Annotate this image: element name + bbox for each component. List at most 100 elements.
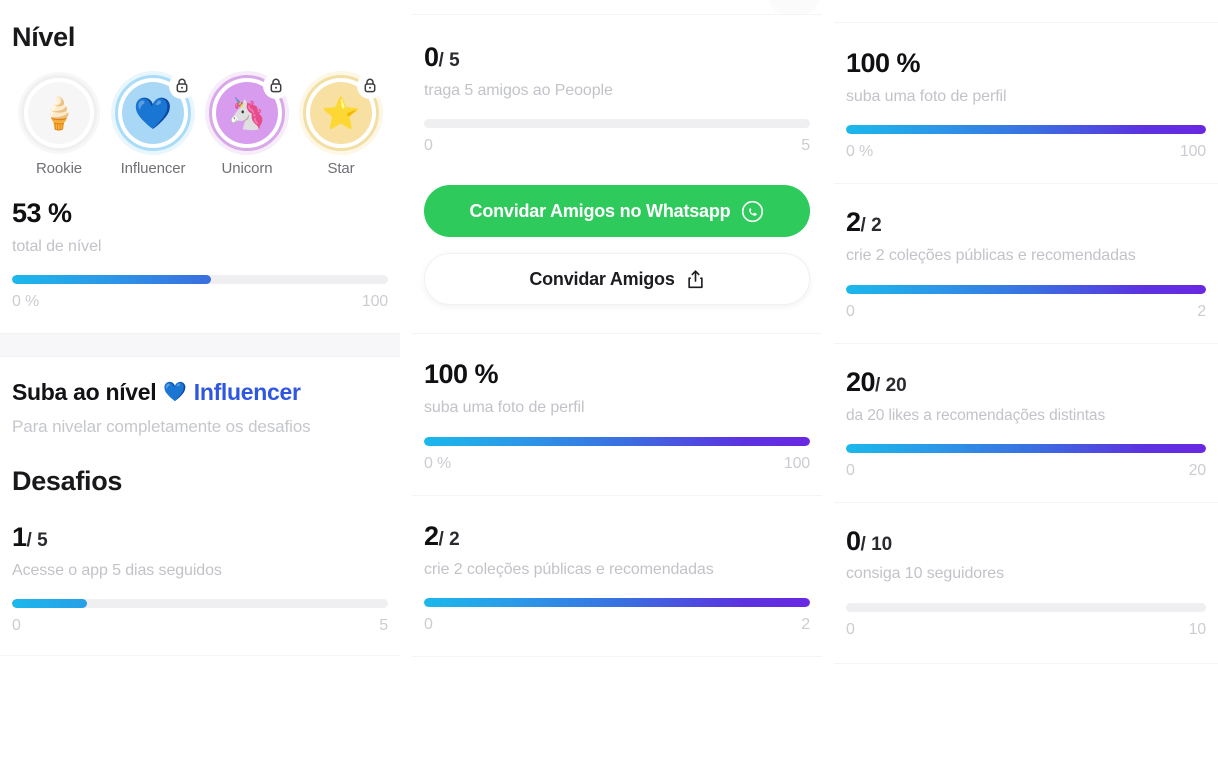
challenge-card: 100 % suba uma foto de perfil 0 % 100: [834, 48, 1218, 161]
metric-subtitle: Acesse o app 5 dias seguidos: [12, 561, 222, 579]
blue-heart-icon: 💙: [163, 382, 187, 404]
challenge-card: 100 % suba uma foto de perfil 0 % 100: [412, 360, 822, 472]
challenge-card: 20/ 20 da 20 likes a recomendações disti…: [834, 367, 1218, 480]
progress-bar: [424, 598, 810, 608]
metric-subtitle: crie 2 coleções públicas e recomendadas: [424, 560, 714, 578]
scale-min: 0: [846, 302, 855, 320]
progress-bar: [424, 436, 810, 446]
top-corner-stub: [770, 0, 818, 14]
challenge-card: 0/ 5 traga 5 amigos ao Peoople 0 5: [412, 42, 822, 155]
metric-subtitle: total de nível: [12, 237, 102, 255]
level-badge-list: 🍦 Rookie 💙 Influencer 🦄 Unicorn ⭐ Star: [12, 73, 388, 177]
card-divider: [834, 501, 1218, 503]
levelup-title-prefix: Suba ao nível: [12, 379, 157, 406]
scale-max: 100: [1179, 143, 1206, 161]
metric-subtitle: suba uma foto de perfil: [846, 87, 1007, 105]
metric-current: 0: [424, 42, 439, 72]
metric-denominator: / 2: [860, 215, 882, 237]
metric-value: 0/ 10: [846, 525, 1206, 557]
metric-value: 2/ 2: [846, 208, 1206, 238]
total-level-metric: 53 % total de nível 0 % 100: [0, 198, 400, 311]
levelup-subtitle: Para nivelar completamente os desafios: [12, 417, 311, 437]
progress-fill: [12, 275, 212, 285]
metric-subtitle: consiga 10 seguidores: [846, 565, 1005, 583]
scale-max: 2: [801, 616, 810, 634]
whatsapp-icon: [741, 200, 764, 223]
card-divider: [412, 656, 822, 658]
scale-min: 0 %: [846, 143, 873, 161]
progress-fill: [424, 436, 810, 446]
scale-max: 5: [379, 617, 388, 635]
scale-max: 100: [361, 293, 388, 311]
card-divider: [834, 342, 1218, 344]
metric-subtitle: da 20 likes a recomendações distintas: [846, 406, 1106, 424]
scale-max: 100: [783, 454, 810, 472]
scale-min: 0: [846, 621, 855, 639]
metric-denominator: / 20: [875, 374, 907, 396]
scale-min: 0: [846, 461, 855, 479]
progress-bar: [846, 603, 1206, 613]
metric-current: 1: [12, 521, 27, 552]
challenge-card: 1/ 5 Acesse o app 5 dias seguidos 0 5: [0, 521, 400, 635]
lock-icon: [169, 73, 195, 99]
invite-friends-label: Convidar Amigos: [529, 268, 675, 289]
metric-value: 20/ 20: [846, 367, 1206, 398]
section-divider: [0, 333, 400, 358]
card-divider: [0, 655, 400, 657]
level-badge-unicorn[interactable]: 🦄 Unicorn: [200, 73, 294, 177]
levelup-level-name: Influencer: [193, 379, 301, 406]
scale-min: 0: [12, 617, 21, 635]
invite-friends-button[interactable]: Convidar Amigos: [424, 253, 810, 306]
progress-bar: [846, 284, 1206, 294]
panel-invite: 0/ 5 traga 5 amigos ao Peoople 0 5 Convi…: [412, 0, 822, 761]
card-divider: [412, 14, 822, 15]
metric-value: 2/ 2: [424, 520, 810, 552]
challenges-heading: Desafios: [12, 465, 123, 496]
progress-bar: [846, 125, 1206, 135]
challenge-card: 0/ 10 consiga 10 seguidores 0 10: [834, 525, 1218, 639]
metric-denominator: / 5: [26, 529, 48, 551]
level-badge-rookie[interactable]: 🍦 Rookie: [12, 75, 106, 177]
card-divider: [834, 183, 1218, 185]
progress-fill: [12, 599, 88, 609]
lock-icon: [263, 73, 289, 99]
invite-whatsapp-label: Convidar Amigos no Whatsapp: [469, 200, 731, 221]
panel-gap: [822, 0, 834, 761]
level-badge-label: Rookie: [35, 160, 83, 177]
metric-value: 100 %: [424, 360, 810, 390]
level-badge-influencer[interactable]: 💙 Influencer: [106, 73, 200, 177]
metric-current: 2: [846, 207, 861, 238]
scale-max: 2: [1197, 302, 1206, 320]
scale-max: 5: [801, 137, 810, 155]
progress-fill: [846, 443, 1206, 453]
metric-denominator: / 5: [438, 50, 460, 71]
panel-challenges: 100 % suba uma foto de perfil 0 % 100 2/…: [834, 0, 1218, 761]
metric-current: 2: [424, 520, 439, 551]
card-divider: [412, 494, 822, 496]
level-section: Nível 🍦 Rookie 💙 Influencer 🦄 Unicorn ⭐ …: [0, 0, 400, 177]
metric-current: 100 %: [846, 48, 921, 78]
metric-subtitle: suba uma foto de perfil: [424, 399, 585, 417]
level-badge-star[interactable]: ⭐ Star: [294, 73, 388, 177]
metric-value: 53 %: [12, 198, 72, 228]
metric-value: 1/ 5: [12, 521, 388, 553]
levelup-title: Suba ao nível 💙 Influencer: [12, 379, 388, 406]
progress-bar: [424, 119, 810, 129]
metric-value: 100 %: [846, 48, 1206, 79]
share-icon: [686, 269, 705, 290]
levelup-section: Suba ao nível 💙 Influencer Para nivelar …: [0, 357, 400, 440]
invite-whatsapp-button[interactable]: Convidar Amigos no Whatsapp: [424, 185, 810, 238]
progress-fill: [846, 125, 1206, 135]
metric-current: 100 %: [424, 359, 499, 390]
metric-denominator: / 2: [438, 528, 460, 550]
scale-min: 0 %: [424, 454, 451, 472]
metric-current: 0: [846, 525, 861, 556]
level-badge-label: Unicorn: [221, 160, 273, 177]
card-divider: [834, 663, 1218, 665]
metric-value: 0/ 5: [424, 42, 810, 73]
progress-fill: [424, 598, 810, 608]
panel-gap: [400, 0, 412, 761]
level-badge-label: Influencer: [120, 160, 186, 177]
progress-bar: [12, 599, 388, 609]
challenge-card: 2/ 2 crie 2 coleções públicas e recomend…: [412, 520, 822, 634]
